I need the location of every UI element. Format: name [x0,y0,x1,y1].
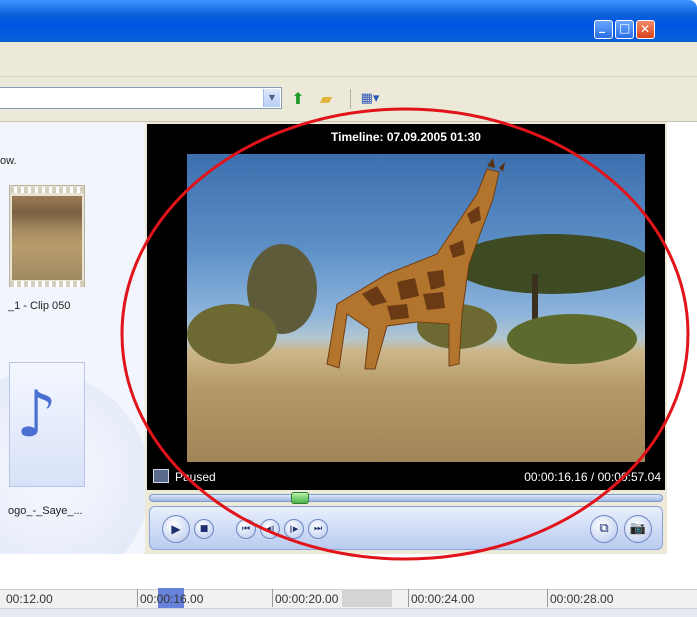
minimize-button[interactable]: _ [594,19,613,39]
content-pane: ow. _1 - Clip 050 ♪ ogo_-_Saye_... [0,122,146,554]
step-back-icon: ◀‖ [265,525,275,533]
close-icon: ✕ [640,22,651,36]
audio-caption[interactable]: ogo_-_Saye_... [8,505,83,517]
window-title-bar: _ □ ✕ [0,0,697,42]
seek-slider-thumb[interactable] [291,492,309,504]
film-perforation [10,281,84,287]
new-folder-icon[interactable]: ▰ [316,90,336,108]
location-dropdown[interactable]: ▼ [0,87,282,109]
take-picture-button[interactable]: 📷 [624,515,652,543]
step-forward-button[interactable]: ‖▶ [284,519,304,539]
seek-bar[interactable] [149,494,663,502]
play-button[interactable]: ▶ [162,515,190,543]
ruler-tick [547,589,548,607]
close-button[interactable]: ✕ [636,20,655,39]
ruler-tick [272,589,273,607]
play-icon: ▶ [171,522,181,536]
step-back-button[interactable]: ◀‖ [260,519,280,539]
toolbar: ▼ ⬆ ▰ ▦▾ [0,77,697,122]
next-frame-button[interactable]: ⏭ [308,519,328,539]
video-frame [187,154,645,462]
clip-thumbnail-image [12,196,82,280]
menu-bar [0,42,697,77]
next-icon: ⏭ [313,524,323,534]
up-folder-icon[interactable]: ⬆ [288,90,308,108]
music-note-icon: ♪ [16,378,57,452]
giraffe-illustration [326,158,505,370]
playback-status: Paused [175,470,216,484]
ruler-time-label: 00:00:28.00 [550,592,614,606]
view-options-icon[interactable]: ▦▾ [360,90,380,108]
detach-monitor-icon[interactable] [153,469,169,483]
minimize-icon: _ [599,19,605,33]
pane-description: ow. [0,155,17,167]
video-clip-thumbnail[interactable] [9,185,85,287]
playback-time: 00:00:16.16 / 00:00:57.04 [524,470,661,484]
film-perforation [10,187,84,193]
toolbar-separator [350,89,351,109]
step-forward-icon: ‖▶ [289,525,299,533]
split-icon: ⧉ [599,521,609,536]
audio-clip-thumbnail[interactable]: ♪ [9,362,85,487]
ruler-tick [137,589,138,607]
split-clip-button[interactable]: ⧉ [590,515,618,543]
stop-icon: ■ [199,524,209,534]
timeline-track[interactable] [0,609,697,617]
ruler-time-label: 00:12.00 [6,592,53,606]
ruler-time-label: 00:00:20.00 [275,592,339,606]
camera-icon: 📷 [629,521,647,536]
stop-button[interactable]: ■ [194,519,214,539]
maximize-button[interactable]: □ [615,20,634,39]
clip-caption[interactable]: _1 - Clip 050 [8,300,70,312]
ruler-tick [408,589,409,607]
chevron-down-icon[interactable]: ▼ [263,89,280,107]
ruler-selection [342,589,392,607]
timeline-ruler[interactable]: 00:12.00 00:00:16.00 00:00:20.00 00:00:2… [0,554,697,617]
monitor-status-bar: Paused 00:00:16.16 / 00:00:57.04 [147,464,665,490]
previous-icon: ⏮ [241,524,251,534]
video-display: Timeline: 07.09.2005 01:30 Paused 00:00:… [147,124,665,490]
monitor-title: Timeline: 07.09.2005 01:30 [331,130,481,144]
ruler-time-label: 00:00:16.00 [140,592,204,606]
preview-monitor: Timeline: 07.09.2005 01:30 Paused 00:00:… [145,122,667,554]
ruler-time-label: 00:00:24.00 [411,592,475,606]
playback-controls: ▶ ■ ⏮ ◀‖ ‖▶ ⏭ ⧉ 📷 [149,506,663,550]
maximize-icon: □ [619,21,631,35]
previous-frame-button[interactable]: ⏮ [236,519,256,539]
